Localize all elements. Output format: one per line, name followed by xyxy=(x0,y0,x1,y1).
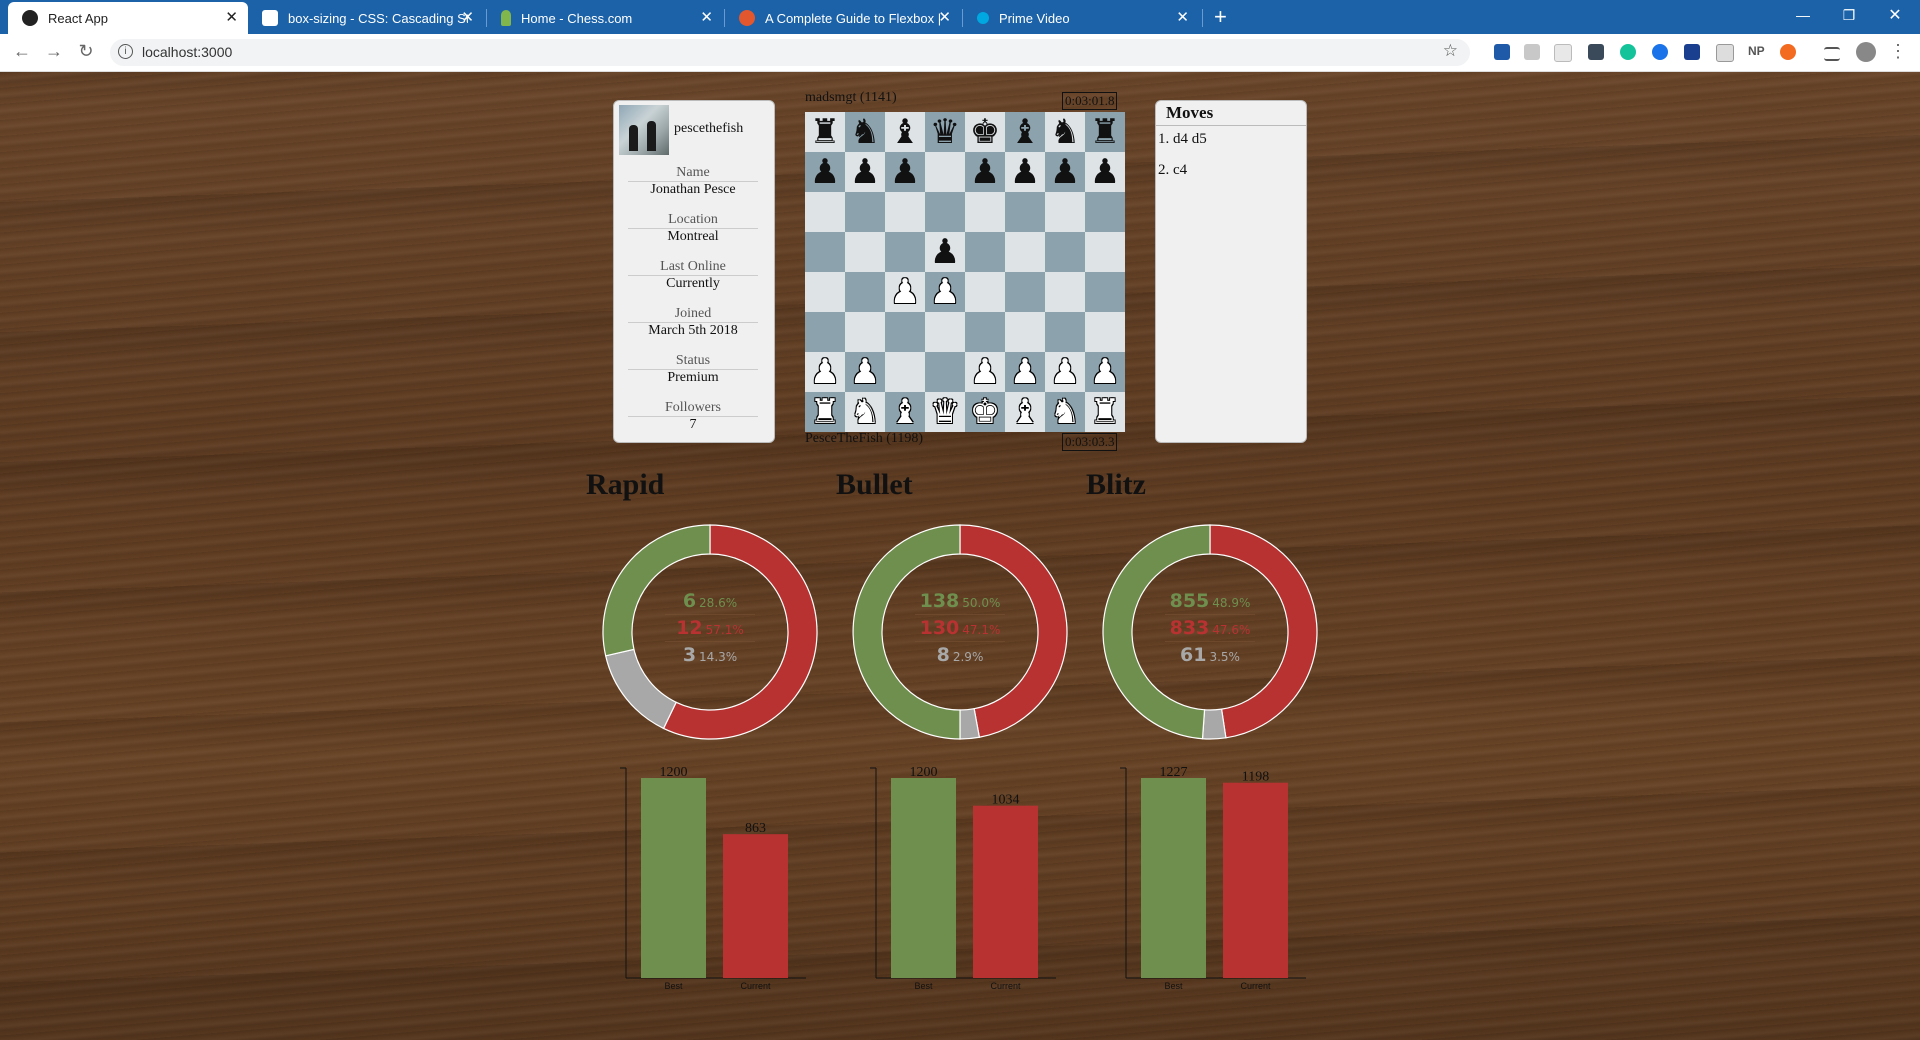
category-tick-label: Best xyxy=(1164,981,1183,991)
current-rating-bar xyxy=(973,805,1038,978)
tab-title: React App xyxy=(48,10,108,26)
close-window-button[interactable]: ✕ xyxy=(1872,0,1918,30)
info-icon[interactable]: i xyxy=(118,44,133,59)
best-rating-bar xyxy=(641,778,706,978)
extension-icon[interactable] xyxy=(1588,44,1604,60)
minimize-button[interactable]: — xyxy=(1780,0,1826,30)
rating-bar-charts: 1200 Best 863 Current 1200 Best 1034 Current 122… xyxy=(620,765,1306,991)
close-icon[interactable]: ✕ xyxy=(938,8,951,26)
tab-title: box-sizing - CSS: Cascading Style xyxy=(288,10,468,26)
tab-react-app[interactable]: React App ✕ xyxy=(8,2,248,34)
bar-value-label: 863 xyxy=(745,821,766,836)
category-tick-label: Best xyxy=(664,981,683,991)
profile-avatar[interactable] xyxy=(1856,42,1876,62)
chess-pawn-icon xyxy=(501,10,511,26)
bar-value-label: 1198 xyxy=(1242,770,1269,785)
tab-prime-video[interactable]: Prime Video ✕ xyxy=(963,2,1199,34)
menu-icon[interactable]: ⋮ xyxy=(1886,41,1910,62)
tab-title: A Complete Guide to Flexbox | C xyxy=(765,10,945,26)
new-tab-button[interactable]: + xyxy=(1214,3,1227,31)
category-tick-label: Current xyxy=(740,981,771,991)
close-icon[interactable]: ✕ xyxy=(461,8,474,26)
tab-chess-com[interactable]: Home - Chess.com ✕ xyxy=(487,2,723,34)
bar-value-label: 1200 xyxy=(910,765,938,780)
address-bar[interactable]: i localhost:3000 ☆ xyxy=(110,39,1470,66)
close-icon[interactable]: ✕ xyxy=(225,8,238,26)
category-tick-label: Best xyxy=(914,981,933,991)
extension-icon[interactable] xyxy=(1684,44,1700,60)
close-icon[interactable]: ✕ xyxy=(1176,8,1189,26)
best-rating-bar xyxy=(891,778,956,978)
extension-icon[interactable] xyxy=(1780,44,1796,60)
reload-icon[interactable]: ↻ xyxy=(74,41,98,62)
extension-icon[interactable] xyxy=(1494,44,1510,60)
tab-flexbox-guide[interactable]: A Complete Guide to Flexbox | C ✕ xyxy=(725,2,961,34)
current-rating-bar xyxy=(723,834,788,978)
bookmark-star-icon[interactable]: ☆ xyxy=(1443,41,1458,61)
react-icon xyxy=(22,10,38,26)
grammarly-icon[interactable] xyxy=(1620,44,1636,60)
browser-toolbar: ← → ↻ i localhost:3000 ☆ NP ⋮ xyxy=(0,34,1920,72)
bar-value-label: 1034 xyxy=(992,793,1020,808)
np-icon[interactable]: NP xyxy=(1748,44,1765,60)
css-tricks-icon xyxy=(739,10,755,26)
restore-button[interactable]: ❐ xyxy=(1826,0,1872,30)
mdn-icon xyxy=(262,10,278,26)
tab-title: Home - Chess.com xyxy=(521,10,633,26)
tab-box-sizing[interactable]: box-sizing - CSS: Cascading Style ✕ xyxy=(248,2,484,34)
category-tick-label: Current xyxy=(1240,981,1271,991)
forward-arrow-icon[interactable]: → xyxy=(42,41,66,62)
media-control-icon[interactable] xyxy=(1824,47,1840,61)
extension-icon[interactable] xyxy=(1524,44,1540,60)
prime-video-icon xyxy=(977,12,989,24)
bar-value-label: 1200 xyxy=(660,765,688,780)
url-text: localhost:3000 xyxy=(142,44,233,60)
tab-title: Prime Video xyxy=(999,10,1070,26)
extension-icon[interactable] xyxy=(1554,44,1572,62)
browser-tab-bar: React App ✕ box-sizing - CSS: Cascading … xyxy=(0,0,1920,34)
close-icon[interactable]: ✕ xyxy=(700,8,713,26)
extension-icon[interactable] xyxy=(1652,44,1668,60)
back-arrow-icon[interactable]: ← xyxy=(10,41,34,62)
category-tick-label: Current xyxy=(990,981,1021,991)
bar-value-label: 1227 xyxy=(1160,765,1188,780)
current-rating-bar xyxy=(1223,782,1288,978)
page-content: pescethefish Name Jonathan Pesce Locatio… xyxy=(0,72,1920,1040)
extension-icon[interactable] xyxy=(1716,44,1734,62)
best-rating-bar xyxy=(1141,778,1206,978)
